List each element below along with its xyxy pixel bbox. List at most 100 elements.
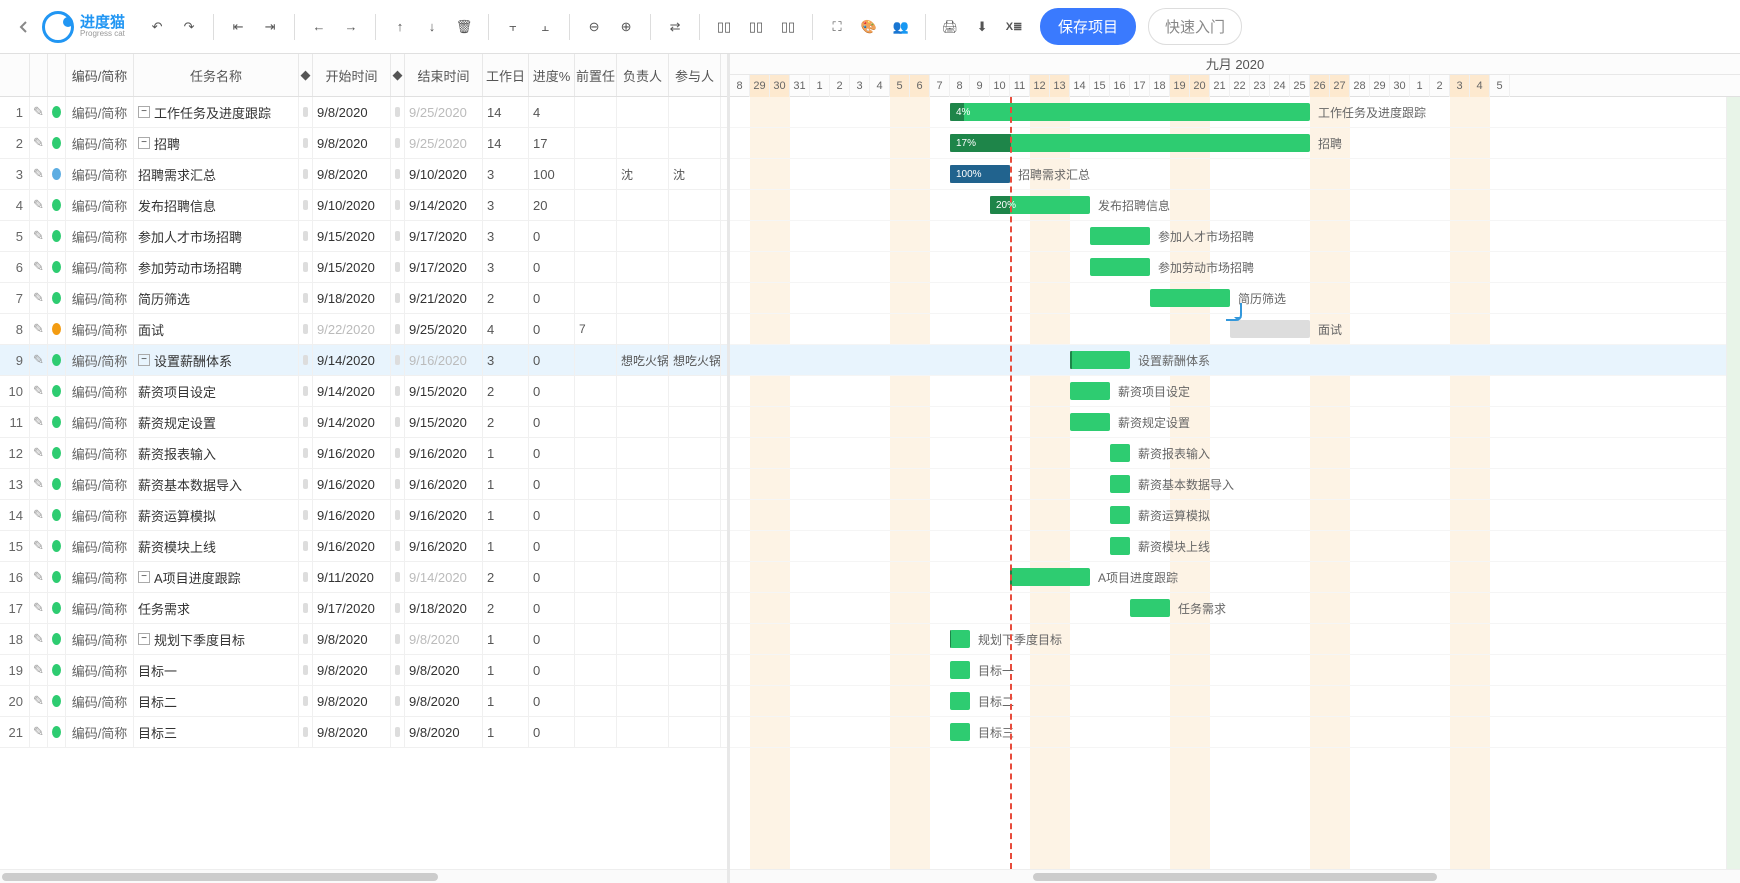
- zoom-out-icon[interactable]: ⊖: [580, 13, 608, 41]
- manager[interactable]: [617, 593, 669, 623]
- layout2-icon[interactable]: ▯▯: [742, 13, 770, 41]
- name-cell[interactable]: 目标二: [134, 686, 299, 716]
- start-date[interactable]: 9/8/2020: [313, 686, 391, 716]
- align-top-icon[interactable]: ⫟: [499, 13, 527, 41]
- name-cell[interactable]: 薪资报表输入: [134, 438, 299, 468]
- edit-icon[interactable]: ✎: [30, 624, 48, 654]
- member[interactable]: 沈: [669, 159, 721, 189]
- grid-body[interactable]: 1✎编码/简称−工作任务及进度跟踪9/8/20209/25/20201442✎编…: [0, 97, 727, 869]
- member[interactable]: [669, 283, 721, 313]
- manager[interactable]: [617, 190, 669, 220]
- end-date[interactable]: 9/17/2020: [405, 252, 483, 282]
- col-wd[interactable]: 工作日: [483, 54, 529, 96]
- end-date[interactable]: 9/25/2020: [405, 97, 483, 127]
- member[interactable]: [669, 593, 721, 623]
- predecessor[interactable]: 7: [575, 314, 617, 344]
- start-date[interactable]: 9/8/2020: [313, 655, 391, 685]
- gantt-row[interactable]: 4%工作任务及进度跟踪: [730, 97, 1740, 128]
- excel-icon[interactable]: X≣: [1000, 13, 1028, 41]
- workdays[interactable]: 2: [483, 407, 529, 437]
- manager[interactable]: [617, 376, 669, 406]
- code-cell[interactable]: 编码/简称: [66, 717, 134, 747]
- start-date[interactable]: 9/16/2020: [313, 500, 391, 530]
- predecessor[interactable]: [575, 221, 617, 251]
- member[interactable]: [669, 469, 721, 499]
- end-date[interactable]: 9/8/2020: [405, 655, 483, 685]
- gantt-bar[interactable]: [1010, 568, 1090, 586]
- redo-icon[interactable]: ↷: [175, 13, 203, 41]
- status-dot[interactable]: [48, 407, 66, 437]
- indent-icon[interactable]: ⇥: [256, 13, 284, 41]
- gantt-bar[interactable]: [1070, 413, 1110, 431]
- code-cell[interactable]: 编码/简称: [66, 469, 134, 499]
- name-cell[interactable]: 薪资运算模拟: [134, 500, 299, 530]
- end-date[interactable]: 9/8/2020: [405, 624, 483, 654]
- manager[interactable]: [617, 407, 669, 437]
- name-cell[interactable]: 薪资基本数据导入: [134, 469, 299, 499]
- gantt-row[interactable]: 目标一: [730, 655, 1740, 686]
- start-date[interactable]: 9/17/2020: [313, 593, 391, 623]
- workdays[interactable]: 4: [483, 314, 529, 344]
- name-cell[interactable]: 招聘需求汇总: [134, 159, 299, 189]
- member[interactable]: [669, 221, 721, 251]
- code-cell[interactable]: 编码/简称: [66, 221, 134, 251]
- status-dot[interactable]: [48, 128, 66, 158]
- workdays[interactable]: 1: [483, 717, 529, 747]
- predecessor[interactable]: [575, 655, 617, 685]
- progress[interactable]: 0: [529, 655, 575, 685]
- status-dot[interactable]: [48, 655, 66, 685]
- manager[interactable]: [617, 283, 669, 313]
- predecessor[interactable]: [575, 97, 617, 127]
- end-date[interactable]: 9/16/2020: [405, 500, 483, 530]
- gantt-row[interactable]: 参加人才市场招聘: [730, 221, 1740, 252]
- col-mem[interactable]: 参与人: [669, 54, 721, 96]
- gantt-row[interactable]: 参加劳动市场招聘: [730, 252, 1740, 283]
- name-cell[interactable]: 参加劳动市场招聘: [134, 252, 299, 282]
- manager[interactable]: [617, 128, 669, 158]
- member[interactable]: [669, 97, 721, 127]
- code-cell[interactable]: 编码/简称: [66, 190, 134, 220]
- col-pre[interactable]: 前置任: [575, 54, 617, 96]
- end-date[interactable]: 9/25/2020: [405, 128, 483, 158]
- workdays[interactable]: 3: [483, 221, 529, 251]
- task-row[interactable]: 16✎编码/简称−A项目进度跟踪9/11/20209/14/202020: [0, 562, 727, 593]
- code-cell[interactable]: 编码/简称: [66, 128, 134, 158]
- col-name[interactable]: 任务名称: [134, 54, 299, 96]
- start-date[interactable]: 9/16/2020: [313, 469, 391, 499]
- task-row[interactable]: 5✎编码/简称参加人才市场招聘9/15/20209/17/202030: [0, 221, 727, 252]
- workdays[interactable]: 2: [483, 593, 529, 623]
- name-cell[interactable]: 面试: [134, 314, 299, 344]
- task-row[interactable]: 19✎编码/简称目标一9/8/20209/8/202010: [0, 655, 727, 686]
- member[interactable]: [669, 624, 721, 654]
- name-cell[interactable]: 薪资模块上线: [134, 531, 299, 561]
- palette-icon[interactable]: 🎨: [855, 13, 883, 41]
- status-dot[interactable]: [48, 376, 66, 406]
- status-dot[interactable]: [48, 469, 66, 499]
- workdays[interactable]: 3: [483, 190, 529, 220]
- end-date[interactable]: 9/14/2020: [405, 562, 483, 592]
- gantt-bar[interactable]: [1110, 537, 1130, 555]
- workdays[interactable]: 1: [483, 686, 529, 716]
- member[interactable]: [669, 655, 721, 685]
- gantt-row[interactable]: 目标三: [730, 717, 1740, 748]
- manager[interactable]: 沈: [617, 159, 669, 189]
- col-start[interactable]: 开始时间: [313, 54, 391, 96]
- member[interactable]: [669, 500, 721, 530]
- status-dot[interactable]: [48, 159, 66, 189]
- edit-icon[interactable]: ✎: [30, 562, 48, 592]
- name-cell[interactable]: 简历筛选: [134, 283, 299, 313]
- status-dot[interactable]: [48, 686, 66, 716]
- code-cell[interactable]: 编码/简称: [66, 531, 134, 561]
- start-date[interactable]: 9/8/2020: [313, 97, 391, 127]
- layout3-icon[interactable]: ▯▯: [774, 13, 802, 41]
- progress[interactable]: 0: [529, 562, 575, 592]
- progress[interactable]: 20: [529, 190, 575, 220]
- edit-icon[interactable]: ✎: [30, 97, 48, 127]
- name-cell[interactable]: 目标三: [134, 717, 299, 747]
- back-icon[interactable]: [10, 13, 38, 41]
- gantt-row[interactable]: 100%招聘需求汇总: [730, 159, 1740, 190]
- member[interactable]: 想吃火锅: [669, 345, 721, 375]
- predecessor[interactable]: [575, 345, 617, 375]
- code-cell[interactable]: 编码/简称: [66, 593, 134, 623]
- team-icon[interactable]: 👥: [887, 13, 915, 41]
